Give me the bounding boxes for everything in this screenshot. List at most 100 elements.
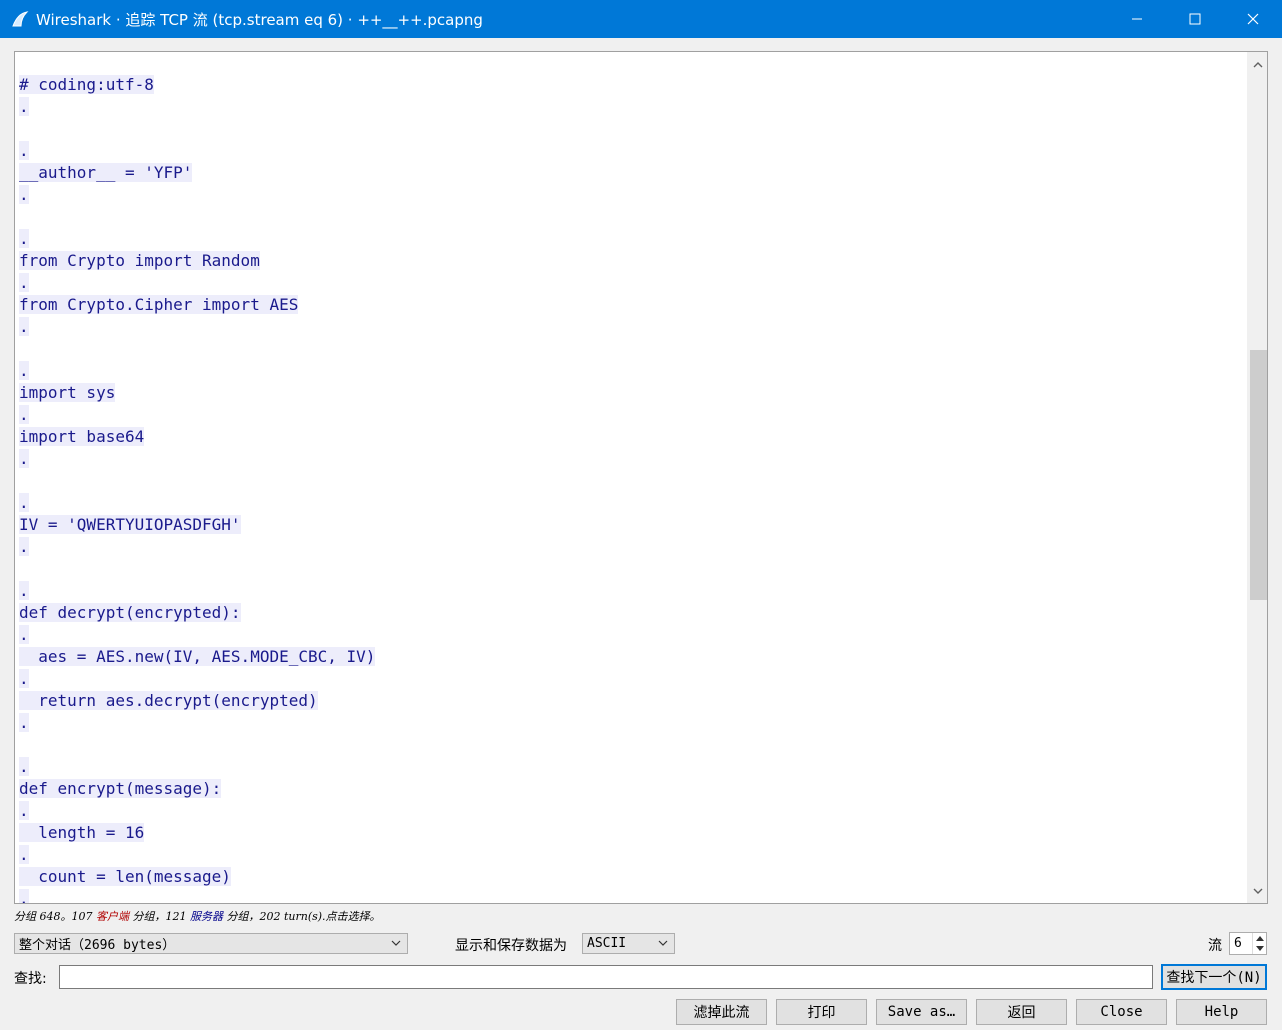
stream-line: # coding:utf-8 <box>19 74 1247 96</box>
stream-line-text: . <box>19 449 29 468</box>
stream-line-text: . <box>19 273 29 292</box>
stream-line-text: . <box>19 713 29 732</box>
find-label: 查找: <box>14 971 47 987</box>
stream-line <box>19 558 1247 580</box>
stream-increment-button[interactable] <box>1253 933 1266 943</box>
stream-line-text: return aes.decrypt(encrypted) <box>19 691 318 710</box>
maximize-icon <box>1189 13 1201 25</box>
stream-line-text: . <box>19 493 29 512</box>
save-as-button[interactable]: Save as… <box>876 999 967 1025</box>
stream-line-text: __author__ = 'YFP' <box>19 163 193 182</box>
stream-line <box>19 470 1247 492</box>
format-select[interactable]: ASCII <box>582 933 675 954</box>
chevron-down-icon <box>658 940 668 946</box>
help-button[interactable]: Help <box>1176 999 1267 1025</box>
summary-turns: 分组，202 turn(s).点击选择。 <box>222 910 381 923</box>
stream-line: . <box>19 360 1247 382</box>
stream-line-text: . <box>19 185 29 204</box>
minimize-button[interactable] <box>1108 0 1166 38</box>
stream-number-spinner[interactable]: 6 <box>1229 932 1267 955</box>
stream-line-text: . <box>19 669 29 688</box>
stream-line-text: from Crypto import Random <box>19 251 260 270</box>
stream-line: . <box>19 844 1247 866</box>
stream-line-text: . <box>19 97 29 116</box>
stream-line: . <box>19 404 1247 426</box>
filter-out-stream-button[interactable]: 滤掉此流 <box>676 999 767 1025</box>
stream-line-text: . <box>19 229 29 248</box>
stream-line: . <box>19 316 1247 338</box>
stream-decrement-button[interactable] <box>1253 943 1266 953</box>
stream-line-text: . <box>19 317 29 336</box>
stream-line: . <box>19 492 1247 514</box>
chevron-down-icon <box>391 940 401 946</box>
stream-line-text: . <box>19 625 29 644</box>
stream-line-text: from Crypto.Cipher import AES <box>19 295 299 314</box>
stream-line-text: def decrypt(encrypted): <box>19 603 241 622</box>
stream-line: . <box>19 580 1247 602</box>
stream-line: . <box>19 140 1247 162</box>
triangle-down-icon <box>1255 945 1264 951</box>
stream-line: . <box>19 228 1247 250</box>
chevron-down-icon <box>1253 888 1263 894</box>
stream-line: . <box>19 888 1247 903</box>
stream-line-text: . <box>19 581 29 600</box>
minimize-icon <box>1132 18 1142 20</box>
stream-number-value: 6 <box>1234 936 1242 951</box>
format-select-value: ASCII <box>587 936 627 951</box>
close-window-button[interactable] <box>1224 0 1282 38</box>
scroll-thumb[interactable] <box>1250 350 1267 600</box>
stream-line: . <box>19 756 1247 778</box>
wireshark-fin-icon <box>10 9 30 29</box>
summary-client-count: 分组，121 <box>128 910 190 923</box>
stream-line-text: IV = 'QWERTYUIOPASDFGH' <box>19 515 241 534</box>
summary-client-label[interactable]: 客户端 <box>96 910 129 923</box>
stream-line: . <box>19 96 1247 118</box>
format-label: 显示和保存数据为 <box>455 938 567 954</box>
stream-line: . <box>19 184 1247 206</box>
stream-line: __author__ = 'YFP' <box>19 162 1247 184</box>
stream-line: count = len(message) <box>19 866 1247 888</box>
stream-line-text: count = len(message) <box>19 867 231 886</box>
stream-line-text: import base64 <box>19 427 145 446</box>
find-next-button[interactable]: 查找下一个(N) <box>1161 964 1267 990</box>
stream-line: return aes.decrypt(encrypted) <box>19 690 1247 712</box>
vertical-scrollbar[interactable] <box>1247 52 1267 903</box>
stream-line: . <box>19 800 1247 822</box>
stream-line-text: . <box>19 889 29 903</box>
stream-line: length = 16 <box>19 822 1247 844</box>
stream-summary: 分组 648。107 客户端 分组，121 服务器 分组，202 turn(s)… <box>14 908 381 924</box>
stream-line <box>19 118 1247 140</box>
stream-line-text: . <box>19 801 29 820</box>
scroll-down-button[interactable] <box>1248 881 1267 901</box>
conversation-select[interactable]: 整个对话（2696 bytes） <box>14 933 408 954</box>
stream-line-text: . <box>19 361 29 380</box>
close-button[interactable]: Close <box>1076 999 1167 1025</box>
stream-line-text: . <box>19 757 29 776</box>
stream-line: from Crypto.Cipher import AES <box>19 294 1247 316</box>
stream-line: IV = 'QWERTYUIOPASDFGH' <box>19 514 1247 536</box>
triangle-up-icon <box>1255 935 1264 941</box>
scroll-up-button[interactable] <box>1248 54 1267 74</box>
close-icon <box>1247 13 1259 25</box>
stream-line: def encrypt(message): <box>19 778 1247 800</box>
stream-line: . <box>19 712 1247 734</box>
stream-line: def decrypt(encrypted): <box>19 602 1247 624</box>
summary-server-label[interactable]: 服务器 <box>190 910 223 923</box>
stream-label: 流 <box>1208 938 1222 954</box>
back-button[interactable]: 返回 <box>976 999 1067 1025</box>
stream-line: . <box>19 668 1247 690</box>
stream-text-area[interactable]: # coding:utf-8.. __author__ = 'YFP'.. from… <box>15 52 1247 903</box>
stream-line: . <box>19 272 1247 294</box>
title-bar: Wireshark · 追踪 TCP 流 (tcp.stream eq 6) ·… <box>0 0 1282 38</box>
stream-line-text: import sys <box>19 383 116 402</box>
stream-line: aes = AES.new(IV, AES.MODE_CBC, IV) <box>19 646 1247 668</box>
stream-line <box>19 206 1247 228</box>
find-input[interactable] <box>59 965 1153 989</box>
maximize-button[interactable] <box>1166 0 1224 38</box>
stream-line-text: length = 16 <box>19 823 145 842</box>
stream-line-text: # coding:utf-8 <box>19 75 154 94</box>
stream-line: . <box>19 448 1247 470</box>
stream-line-text: . <box>19 141 29 160</box>
print-button[interactable]: 打印 <box>776 999 867 1025</box>
stream-line-text: aes = AES.new(IV, AES.MODE_CBC, IV) <box>19 647 376 666</box>
